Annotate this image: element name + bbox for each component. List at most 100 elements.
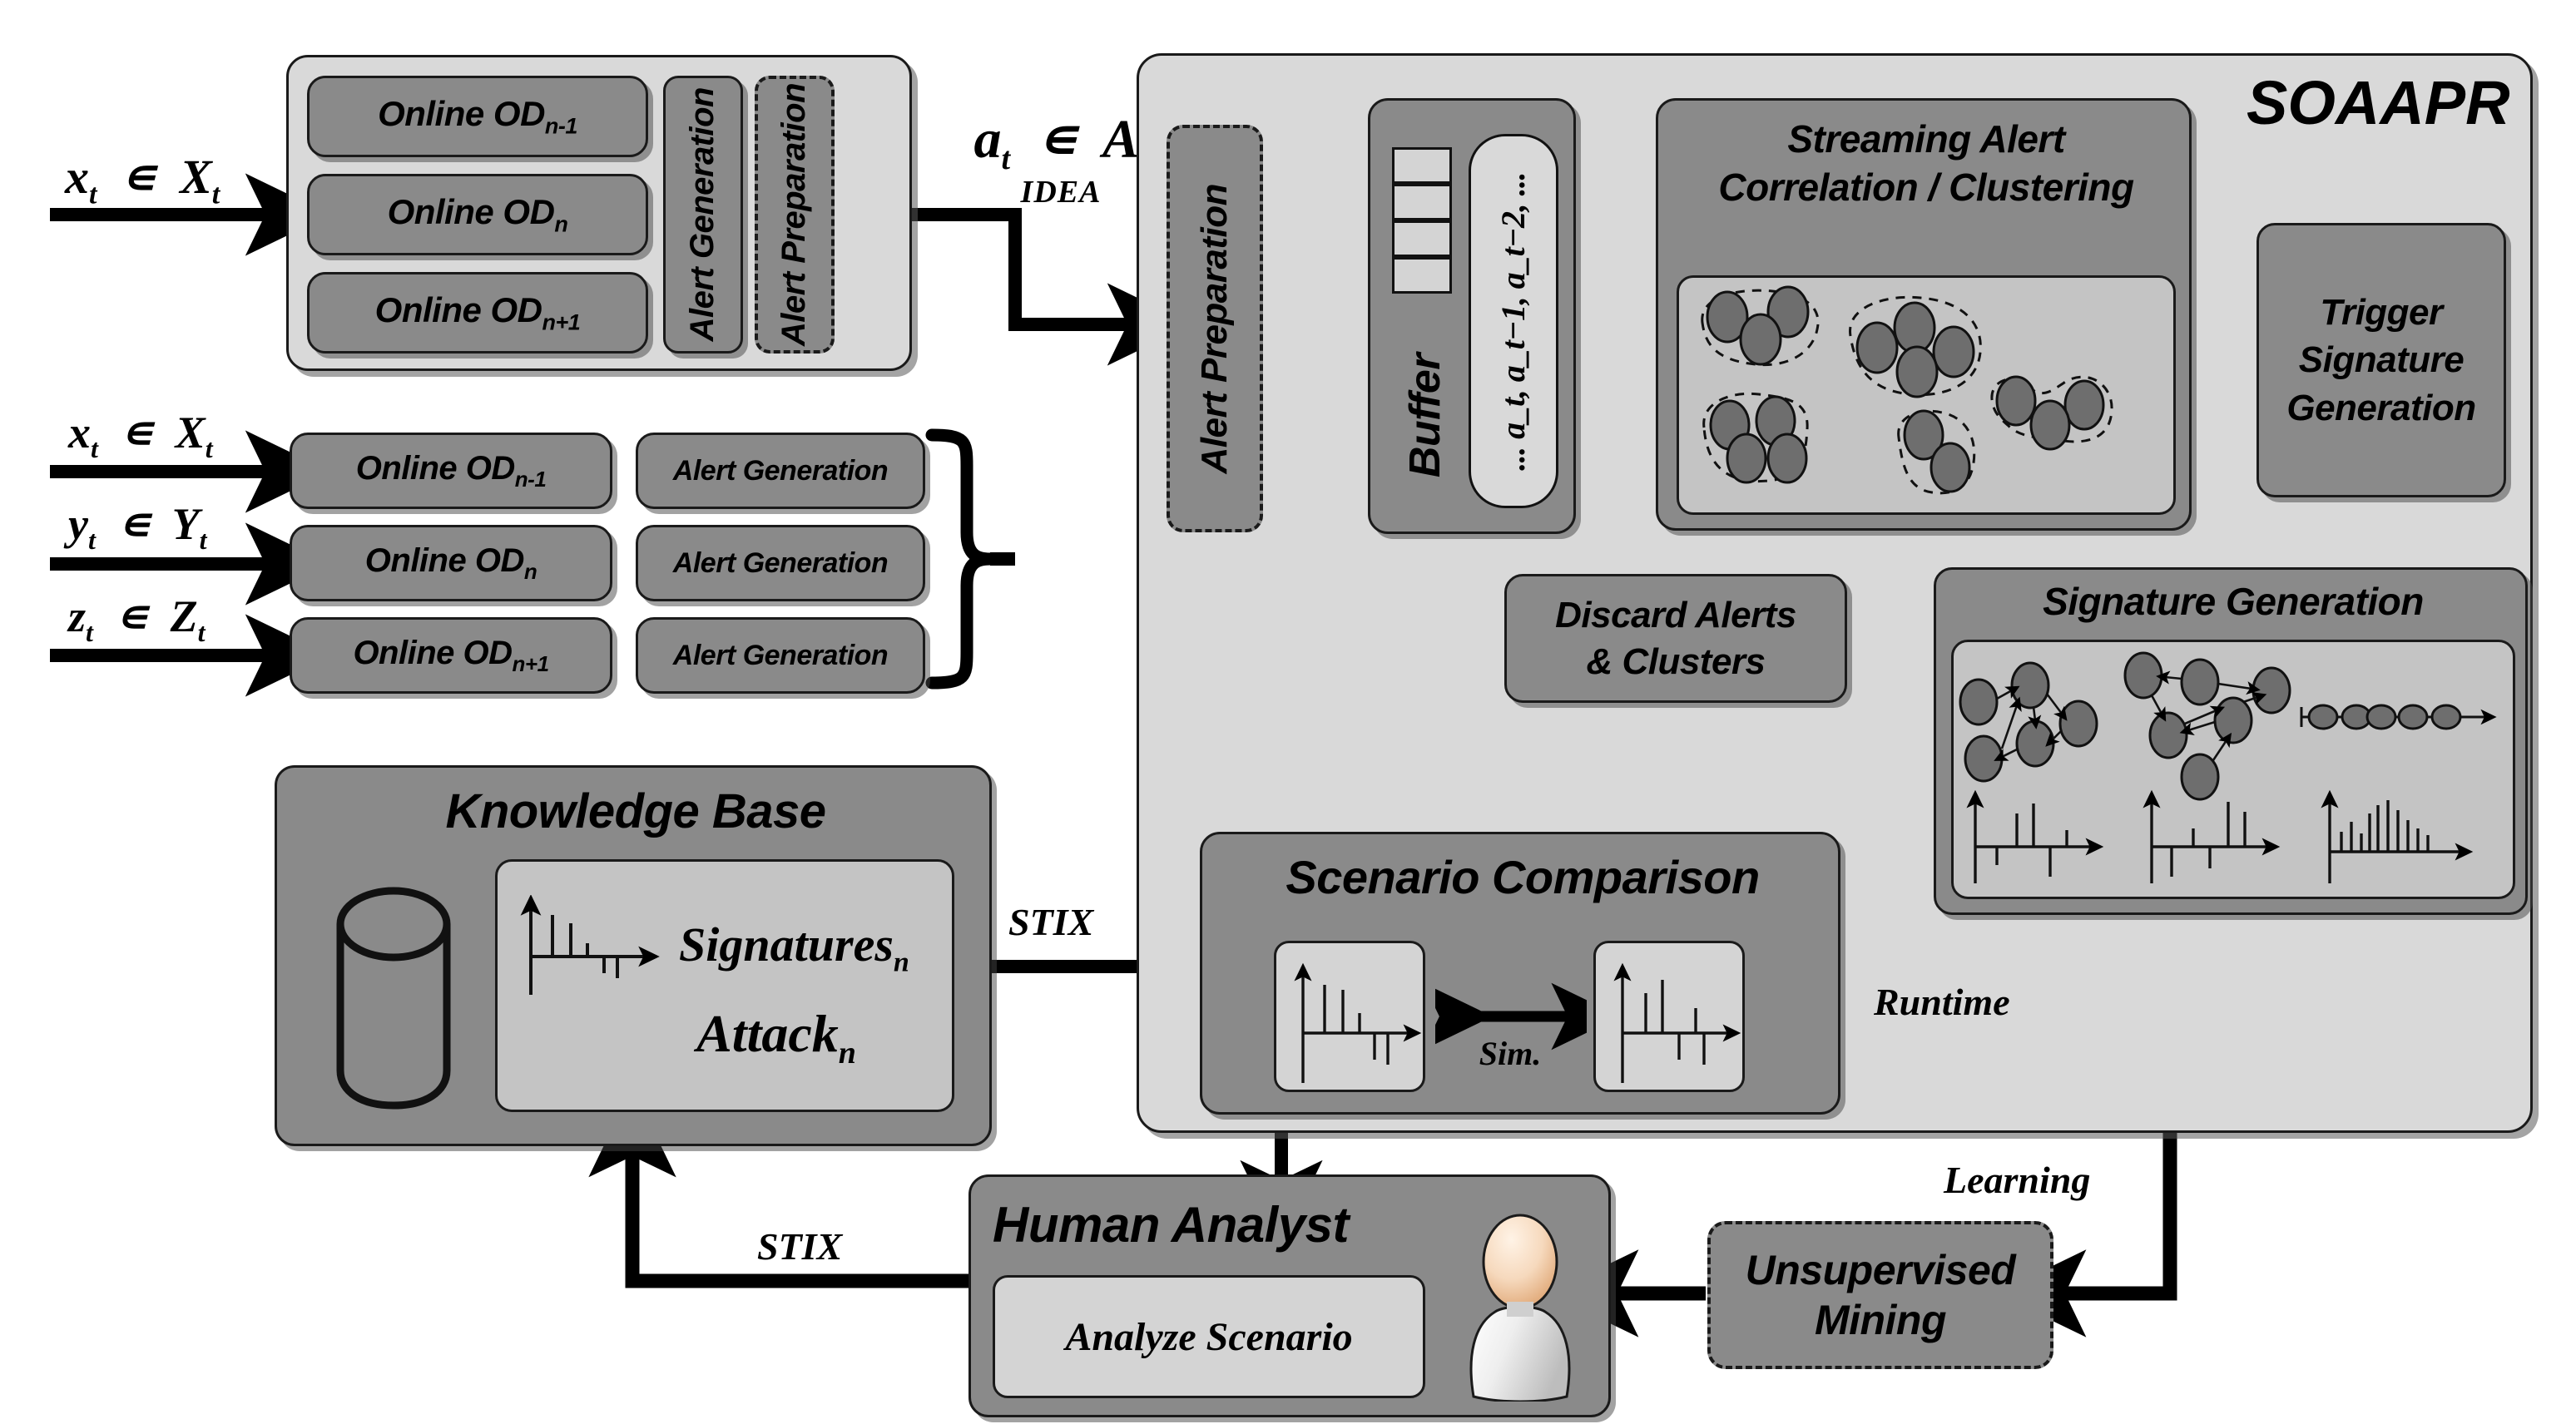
buffer-contents: ... a_t, a_t−1, a_t−2, ... xyxy=(1494,171,1533,471)
input-label-x-top: xt ∊ Xt xyxy=(65,150,220,210)
online-od-box-n[interactable]: Online ODn xyxy=(307,174,648,255)
alert-preparation-vertical-box[interactable]: Alert Preparation xyxy=(755,76,835,354)
signature-visualization xyxy=(1951,640,2515,899)
alert-generation-vertical-box[interactable]: Alert Generation xyxy=(663,76,743,354)
clustering-title-line2: Correlation / Clustering xyxy=(1718,165,2134,209)
kb-attack-label: Attackn xyxy=(696,1004,856,1070)
analyze-scenario-button[interactable]: Analyze Scenario xyxy=(993,1275,1425,1398)
buffer-title: Buffer xyxy=(1400,354,1449,478)
soaapr-alert-preparation-box[interactable]: Alert Preparation xyxy=(1167,125,1263,532)
alert-node xyxy=(1932,325,1975,378)
stem-plot-2 xyxy=(2143,789,2281,883)
alert-node xyxy=(1726,433,1767,484)
stem-plot-1 xyxy=(1966,789,2104,883)
discard-line1: Discard Alerts xyxy=(1555,594,1796,635)
mining-line1: Unsupervised xyxy=(1745,1247,2016,1293)
learning-label: Learning xyxy=(1944,1159,2091,1201)
attack-graph-2 xyxy=(2123,651,2291,801)
clustering-title-line1: Streaming Alert xyxy=(1787,117,2065,161)
online-od-box-2-n-plus-1[interactable]: Online ODn+1 xyxy=(290,617,612,694)
knowledge-base-box[interactable]: Knowledge Base Signaturesn Attackn xyxy=(275,765,992,1146)
mining-line2: Mining xyxy=(1814,1297,1947,1343)
online-od-label: Online ODn xyxy=(387,191,568,237)
signature-generation-title: Signature Generation xyxy=(2043,580,2424,623)
alert-generation-label: Alert Generation xyxy=(672,639,889,671)
similarity-label: Sim. xyxy=(1479,1035,1542,1072)
input-label-z: zt ∊ Zt xyxy=(68,591,206,647)
signature-generation-box[interactable]: Signature Generation xyxy=(1934,567,2528,915)
database-icon xyxy=(336,887,451,1110)
alert-node xyxy=(1766,433,1808,484)
alert-generation-box-1[interactable]: Alert Generation xyxy=(636,433,925,509)
unsupervised-mining-box[interactable]: Unsupervised Mining xyxy=(1707,1221,2053,1369)
discard-label: Discard Alerts & Clusters xyxy=(1555,596,1796,681)
human-analyst-box[interactable]: Human Analyst Analyze Scenario xyxy=(968,1174,1611,1417)
runtime-label: Runtime xyxy=(1874,981,2010,1023)
alert-generation-box-3[interactable]: Alert Generation xyxy=(636,617,925,694)
scenario-plot-right-svg xyxy=(1613,962,1741,1083)
alert-node xyxy=(1930,442,1971,493)
knowledge-base-title: Knowledge Base xyxy=(445,784,826,838)
buffer-title-wrap: Buffer xyxy=(1382,309,1469,523)
scenario-comparison-box[interactable]: Scenario Comparison Sim. xyxy=(1200,832,1840,1115)
attack-graph-3-chain xyxy=(2300,704,2497,730)
trigger-signature-generation-box[interactable]: Trigger Signature Generation xyxy=(2256,223,2506,497)
cluster-svg xyxy=(1701,285,2113,495)
signature-svg xyxy=(1959,651,2497,883)
arrow-top-od-to-soaapr xyxy=(909,208,1193,366)
attack-graph-1 xyxy=(1959,661,2098,783)
alert-preparation-label: Alert Preparation xyxy=(775,82,813,347)
alert-preparation-label: Alert Preparation xyxy=(1194,183,1236,474)
buffer-cell-4 xyxy=(1392,257,1452,294)
alert-generation-label: Alert Generation xyxy=(684,87,721,342)
alert-generation-box-2[interactable]: Alert Generation xyxy=(636,525,925,601)
scenario-plot-right xyxy=(1593,941,1745,1092)
user-avatar-icon xyxy=(1469,1214,1571,1402)
stix-label-kb: STIX xyxy=(1008,901,1094,943)
kb-signatures-label: Signaturesn xyxy=(679,917,909,978)
alert-node xyxy=(1895,345,1939,398)
human-analyst-title: Human Analyst xyxy=(993,1197,1350,1253)
arrow-learning-to-mining xyxy=(1995,1115,2177,1337)
online-od-label: Online ODn+1 xyxy=(353,634,549,676)
scenario-comparison-title: Scenario Comparison xyxy=(1286,851,1760,903)
stix-label-analyst: STIX xyxy=(757,1225,843,1268)
discard-line2: & Clusters xyxy=(1586,640,1766,682)
buffer-box[interactable]: Buffer ... a_t, a_t−1, a_t−2, ... xyxy=(1368,98,1576,534)
scenario-plot-left-svg xyxy=(1294,962,1422,1083)
buffer-cell-3 xyxy=(1392,220,1452,257)
unsupervised-mining-label: Unsupervised Mining xyxy=(1746,1248,2016,1342)
online-od-box-n-plus-1[interactable]: Online ODn+1 xyxy=(307,272,648,354)
analyze-scenario-label: Analyze Scenario xyxy=(1065,1314,1353,1359)
online-od-group-top: Online ODn-1 Online ODn Online ODn+1 Ale… xyxy=(286,55,912,371)
scenario-plot-left xyxy=(1274,941,1425,1092)
online-od-box-2-n[interactable]: Online ODn xyxy=(290,525,612,601)
alert-node xyxy=(1739,313,1782,366)
clustering-title: Streaming Alert Correlation / Clustering xyxy=(1658,117,2194,209)
online-od-label: Online ODn-1 xyxy=(378,93,577,139)
streaming-clustering-box[interactable]: Streaming Alert Correlation / Clustering xyxy=(1656,98,2192,531)
input-label-x: xt ∊ Xt xyxy=(68,408,213,463)
discard-alerts-box[interactable]: Discard Alerts & Clusters xyxy=(1504,574,1847,703)
alert-generation-label: Alert Generation xyxy=(672,546,889,579)
alert-node xyxy=(1855,321,1899,374)
alert-node xyxy=(1995,375,2037,427)
kb-content-panel: Signaturesn Attackn xyxy=(495,859,954,1112)
buffer-contents-capsule: ... a_t, a_t−1, a_t−2, ... xyxy=(1469,134,1558,508)
input-label-y: yt ∊ Yt xyxy=(68,499,207,555)
trigger-line3: Generation xyxy=(2286,387,2476,428)
trigger-line2: Signature xyxy=(2298,339,2465,381)
online-od-label: Online ODn+1 xyxy=(374,289,581,335)
alert-node xyxy=(1893,301,1936,354)
online-od-box-n-minus-1[interactable]: Online ODn-1 xyxy=(307,76,648,157)
brace-alert-generation xyxy=(925,428,991,690)
alert-node xyxy=(2063,379,2105,431)
cluster-visualization xyxy=(1677,275,2176,515)
alert-generation-label: Alert Generation xyxy=(672,454,889,487)
diagram-canvas: Online ODn-1 Online ODn Online ODn+1 Ale… xyxy=(0,0,2576,1424)
online-od-box-2-n-minus-1[interactable]: Online ODn-1 xyxy=(290,433,612,509)
online-od-label: Online ODn-1 xyxy=(355,449,547,492)
buffer-cell-1 xyxy=(1392,147,1452,184)
online-od-label: Online ODn xyxy=(364,541,537,584)
alert-node xyxy=(2029,399,2071,451)
